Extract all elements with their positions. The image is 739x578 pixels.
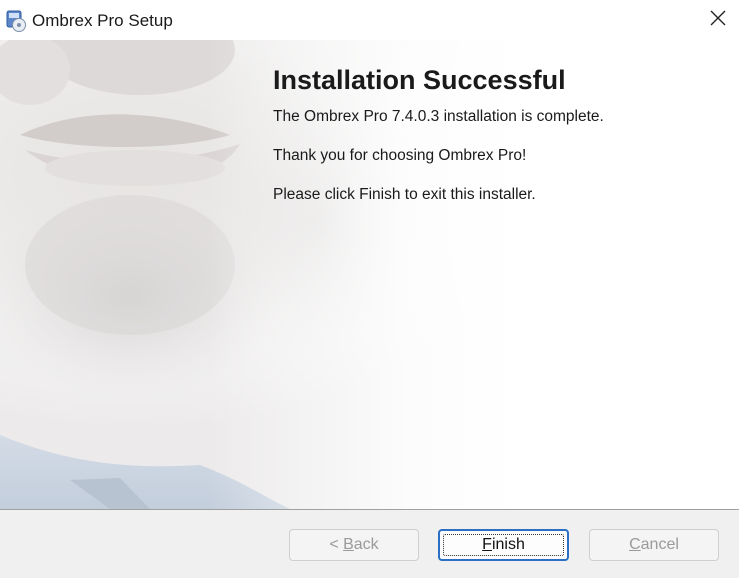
back-button-label: ack	[353, 536, 379, 553]
title-bar: Ombrex Pro Setup	[0, 0, 739, 40]
back-button[interactable]: < Back	[289, 529, 419, 561]
page-heading: Installation Successful	[273, 65, 566, 95]
installer-disc-icon	[5, 10, 27, 32]
content-panel: Installation Successful The Ombrex Pro 7…	[0, 40, 739, 509]
window-title: Ombrex Pro Setup	[32, 11, 173, 30]
close-icon	[710, 10, 726, 31]
back-button-prefix: <	[329, 536, 344, 553]
setup-window: Ombrex Pro Setup Installation Successful…	[0, 0, 739, 578]
cancel-button[interactable]: Cancel	[589, 529, 719, 561]
completion-message: The Ombrex Pro 7.4.0.3 installation is c…	[273, 108, 604, 125]
cancel-button-label: ancel	[640, 536, 679, 553]
close-button[interactable]	[697, 0, 739, 40]
cancel-button-accelerator: C	[629, 536, 641, 553]
focus-rectangle	[443, 534, 564, 556]
thank-you-message: Thank you for choosing Ombrex Pro!	[273, 147, 527, 164]
finish-button[interactable]: Finish	[438, 529, 569, 561]
back-button-accelerator: B	[343, 536, 354, 553]
finish-instruction: Please click Finish to exit this install…	[273, 186, 536, 203]
button-bar: < Back Finish Cancel	[0, 509, 739, 578]
